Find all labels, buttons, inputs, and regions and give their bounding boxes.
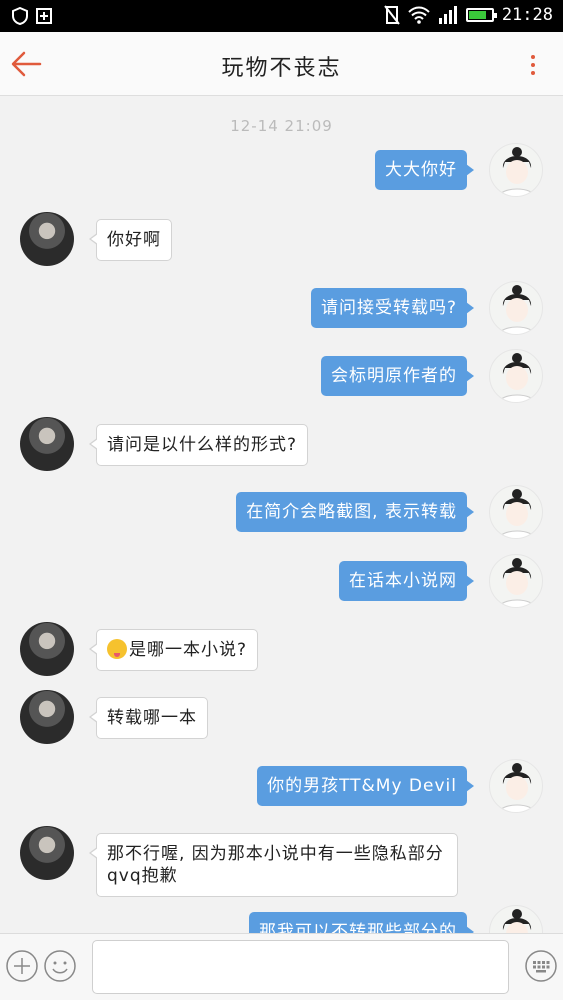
avatar[interactable]	[489, 143, 543, 197]
message-list[interactable]: 12-14 21:09 大大你好 你好啊 请问接受转载吗? 会标明原作者的 请问…	[0, 97, 563, 933]
avatar[interactable]	[489, 759, 543, 813]
message-bubble[interactable]: 你好啊	[89, 219, 172, 261]
status-time: 21:28	[501, 5, 553, 25]
avatar[interactable]	[489, 485, 543, 539]
attach-button[interactable]	[5, 949, 39, 983]
vibrate-off-icon	[384, 5, 400, 25]
message-row: 请问接受转载吗?	[0, 281, 563, 341]
message-row: 是哪一本小说?	[0, 622, 563, 682]
battery-level	[468, 11, 486, 19]
conversation-title: 玩物不丧志	[221, 56, 342, 81]
wifi-icon	[408, 6, 430, 24]
message-bubble[interactable]: 大大你好	[375, 150, 474, 190]
avatar[interactable]	[20, 826, 74, 880]
message-text: 是哪一本小说?	[129, 640, 248, 660]
keyboard-icon	[525, 950, 557, 982]
message-row: 在话本小说网	[0, 554, 563, 614]
avatar[interactable]	[489, 349, 543, 403]
message-bubble[interactable]: 那不行喔, 因为那本小说中有一些隐私部分qvq抱歉	[89, 833, 458, 897]
avatar[interactable]	[20, 622, 74, 676]
input-bar	[0, 933, 563, 1000]
message-row: 大大你好	[0, 143, 563, 203]
chat-header: 玩物不丧志	[0, 32, 563, 96]
message-row: 那我可以不转那些部分的	[0, 905, 563, 933]
message-bubble[interactable]: 转载哪一本	[89, 697, 208, 739]
tongue-emoji-icon	[107, 639, 127, 659]
avatar[interactable]	[489, 554, 543, 608]
signal-icon	[438, 6, 457, 24]
avatar[interactable]	[20, 417, 74, 471]
plus-box-icon	[36, 8, 52, 24]
message-row: 那不行喔, 因为那本小说中有一些隐私部分qvq抱歉	[0, 826, 563, 897]
more-vertical-icon	[531, 55, 535, 75]
message-bubble[interactable]: 在简介会略截图, 表示转载	[236, 492, 474, 532]
message-row: 请问是以什么样的形式?	[0, 417, 563, 477]
message-bubble[interactable]: 请问接受转载吗?	[310, 288, 475, 328]
battery-icon	[465, 8, 497, 22]
plus-circle-icon	[6, 950, 38, 982]
message-timestamp: 12-14 21:09	[230, 117, 333, 135]
message-row: 在简介会略截图, 表示转载	[0, 485, 563, 545]
message-bubble[interactable]: 会标明原作者的	[321, 356, 474, 396]
smiley-icon	[44, 950, 76, 982]
avatar[interactable]	[20, 690, 74, 744]
message-bubble[interactable]: 请问是以什么样的形式?	[88, 424, 309, 466]
message-bubble[interactable]: 是哪一本小说?	[88, 629, 259, 671]
message-row: 你的男孩TT&My Devil	[0, 759, 563, 819]
message-row: 你好啊	[0, 212, 563, 272]
status-left	[12, 7, 52, 25]
message-bubble[interactable]: 那我可以不转那些部分的	[249, 912, 474, 933]
message-bubble[interactable]: 在话本小说网	[339, 561, 474, 601]
status-bar: 21:28	[0, 0, 563, 32]
avatar[interactable]	[489, 281, 543, 335]
message-input[interactable]	[92, 940, 509, 994]
emoji-button[interactable]	[43, 949, 77, 983]
message-bubble[interactable]: 你的男孩TT&My Devil	[257, 766, 474, 806]
shield-icon	[12, 7, 28, 25]
more-options-button[interactable]	[523, 52, 543, 78]
keyboard-button[interactable]	[524, 949, 558, 983]
avatar[interactable]	[489, 905, 543, 933]
message-row: 会标明原作者的	[0, 349, 563, 409]
status-right: 21:28	[384, 5, 553, 25]
message-row: 转载哪一本	[0, 690, 563, 750]
avatar[interactable]	[20, 212, 74, 266]
